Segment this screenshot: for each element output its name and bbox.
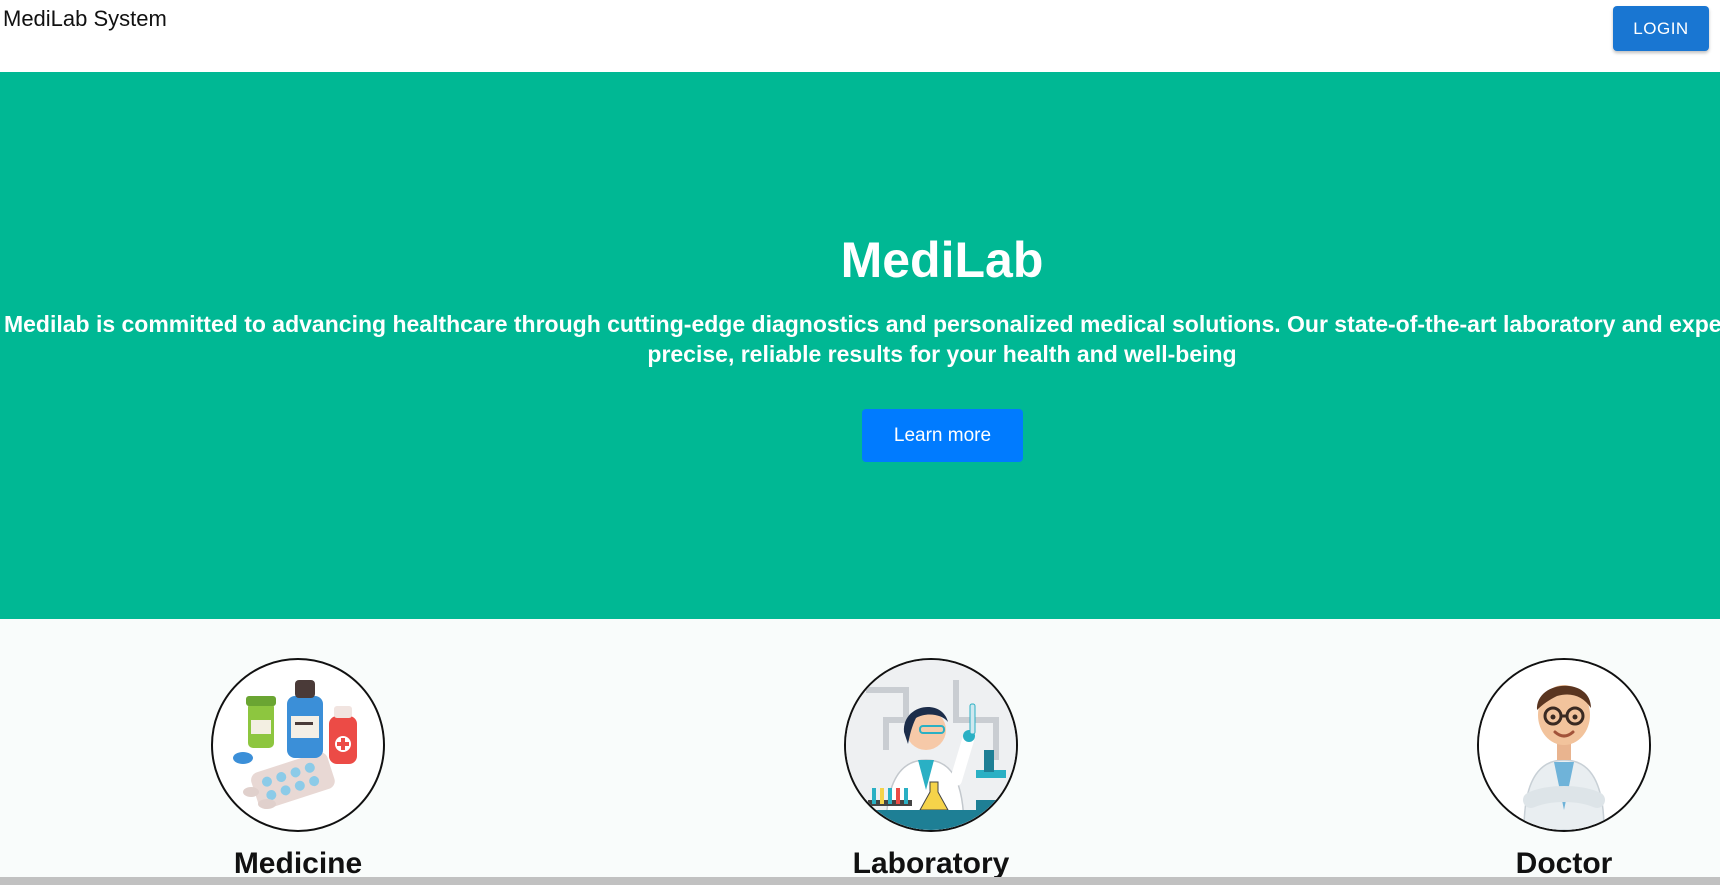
- hero-title: MediLab: [840, 232, 1044, 288]
- learn-more-button[interactable]: Learn more: [862, 409, 1023, 462]
- lab-scientist-icon: [846, 660, 1016, 830]
- laboratory-image: [844, 658, 1018, 832]
- medicine-image: [211, 658, 385, 832]
- horizontal-scrollbar[interactable]: [0, 877, 1720, 885]
- medicine-bottles-icon: [233, 680, 357, 809]
- login-button[interactable]: LOGIN: [1613, 6, 1709, 51]
- service-card-doctor[interactable]: Doctor: [1464, 658, 1664, 885]
- landing-page: MediLab System LOGIN MediLab Medilab is …: [0, 0, 1720, 885]
- brand-title: MediLab System: [3, 6, 167, 31]
- hero-section: MediLab Medilab is committed to advancin…: [0, 72, 1720, 619]
- service-card-medicine[interactable]: Medicine: [198, 658, 398, 885]
- doctor-image: [1477, 658, 1651, 832]
- doctor-avatar-icon: [1479, 660, 1649, 830]
- service-card-laboratory[interactable]: Laboratory: [831, 658, 1031, 885]
- top-app-bar: MediLab System LOGIN: [0, 0, 1720, 72]
- hero-description: Medilab is committed to advancing health…: [3, 311, 1720, 367]
